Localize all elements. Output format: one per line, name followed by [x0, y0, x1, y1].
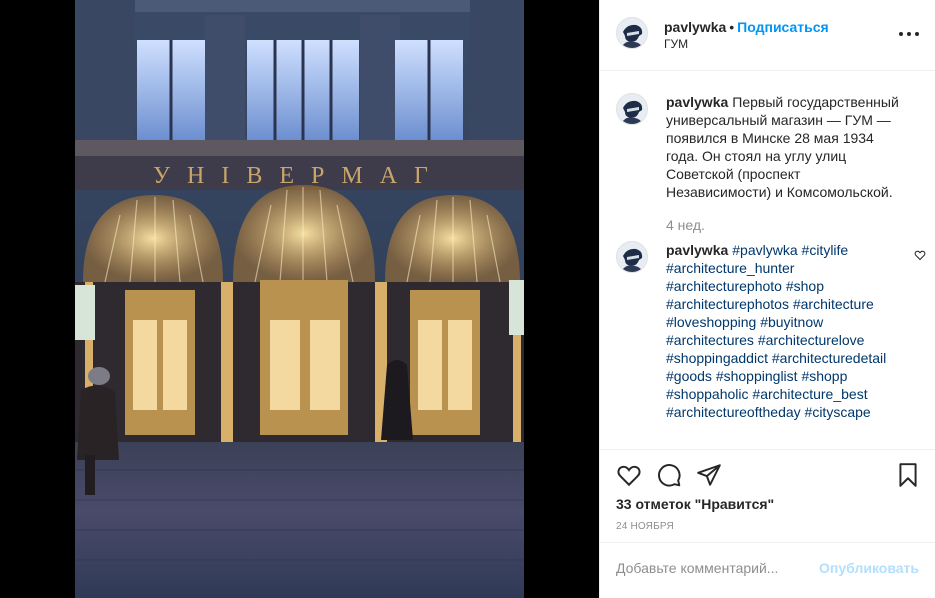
publish-button[interactable]: Опубликовать	[819, 560, 919, 576]
hashtag-link[interactable]: #architecturephoto	[666, 278, 782, 294]
hashtag-link[interactable]: #pavlywka	[732, 242, 797, 258]
avatar[interactable]	[616, 241, 648, 273]
comment-heart-icon[interactable]	[914, 249, 926, 261]
caption-text-block: pavlywka Первый государственный универсал…	[666, 93, 906, 201]
hashtag-link[interactable]: #loveshopping	[666, 314, 756, 330]
hashtag-link[interactable]: #architecture_hunter	[666, 260, 794, 276]
caption-timestamp[interactable]: 4 нед.	[666, 217, 705, 233]
comment-input[interactable]: Добавьте комментарий...	[616, 560, 778, 576]
hashtag-list: #pavlywka #citylife #architecture_hunter…	[666, 242, 886, 420]
post-side-panel: pavlywka • Подписаться ГУМ pavlywka Первый …	[599, 0, 935, 598]
heart-icon[interactable]	[616, 462, 642, 488]
hashtag-link[interactable]: #shoppaholic	[666, 386, 749, 402]
avatar-image	[617, 242, 647, 272]
separator-dot: •	[729, 19, 735, 35]
post-photo-area[interactable]: УНІВЕРМАГ	[0, 0, 599, 598]
likes-count[interactable]: 33 отметок "Нравится"	[616, 496, 774, 512]
caption-username[interactable]: pavlywka	[666, 94, 728, 110]
post-date[interactable]: 24 НОЯБРЯ	[616, 521, 674, 532]
avatar[interactable]	[616, 17, 648, 49]
hashtag-text-block: pavlywka #pavlywka #citylife #architectur…	[666, 241, 906, 421]
header-username[interactable]: pavlywka	[664, 19, 726, 35]
post-actions: 33 отметок "Нравится" 24 НОЯБРЯ Добавьте…	[600, 449, 935, 598]
avatar[interactable]	[616, 93, 648, 125]
hashtag-link[interactable]: #shoppinglist	[716, 368, 798, 384]
add-comment-bar: Добавьте комментарий... Опубликовать	[600, 542, 935, 598]
follow-button[interactable]: Подписаться	[737, 19, 829, 35]
hashtag-link[interactable]: #buyitnow	[760, 314, 823, 330]
comment-icon[interactable]	[656, 462, 682, 488]
hashtag-link[interactable]: #citylife	[802, 242, 849, 258]
hashtag-link[interactable]: #architecture_best	[752, 386, 867, 402]
comments-list[interactable]: pavlywka Первый государственный универсал…	[600, 71, 935, 449]
hashtag-link[interactable]: #architecture	[793, 296, 874, 312]
location-link[interactable]: ГУМ	[664, 37, 688, 51]
hashtag-link[interactable]: #shopp	[801, 368, 847, 384]
hashtag-link[interactable]: #architecturephotos	[666, 296, 789, 312]
avatar-image	[617, 18, 647, 48]
post-photo[interactable]: УНІВЕРМАГ	[75, 0, 524, 598]
hashtag-link[interactable]: #goods	[666, 368, 712, 384]
post-header: pavlywka • Подписаться ГУМ	[600, 0, 935, 71]
bookmark-icon[interactable]	[895, 462, 921, 488]
comment-username[interactable]: pavlywka	[666, 242, 728, 258]
hashtag-link[interactable]: #architecturelove	[758, 332, 865, 348]
avatar-image	[617, 94, 647, 124]
hashtag-link[interactable]: #cityscape	[805, 404, 871, 420]
share-icon[interactable]	[696, 462, 722, 488]
hashtag-link[interactable]: #shoppingaddict	[666, 350, 768, 366]
more-icon[interactable]	[899, 26, 919, 42]
hashtag-link[interactable]: #shop	[786, 278, 824, 294]
hashtag-link[interactable]: #architecturedetail	[772, 350, 886, 366]
header-user-line: pavlywka • Подписаться	[664, 19, 829, 35]
hashtag-link[interactable]: #architectures	[666, 332, 754, 348]
hashtag-link[interactable]: #architectureoftheday	[666, 404, 801, 420]
